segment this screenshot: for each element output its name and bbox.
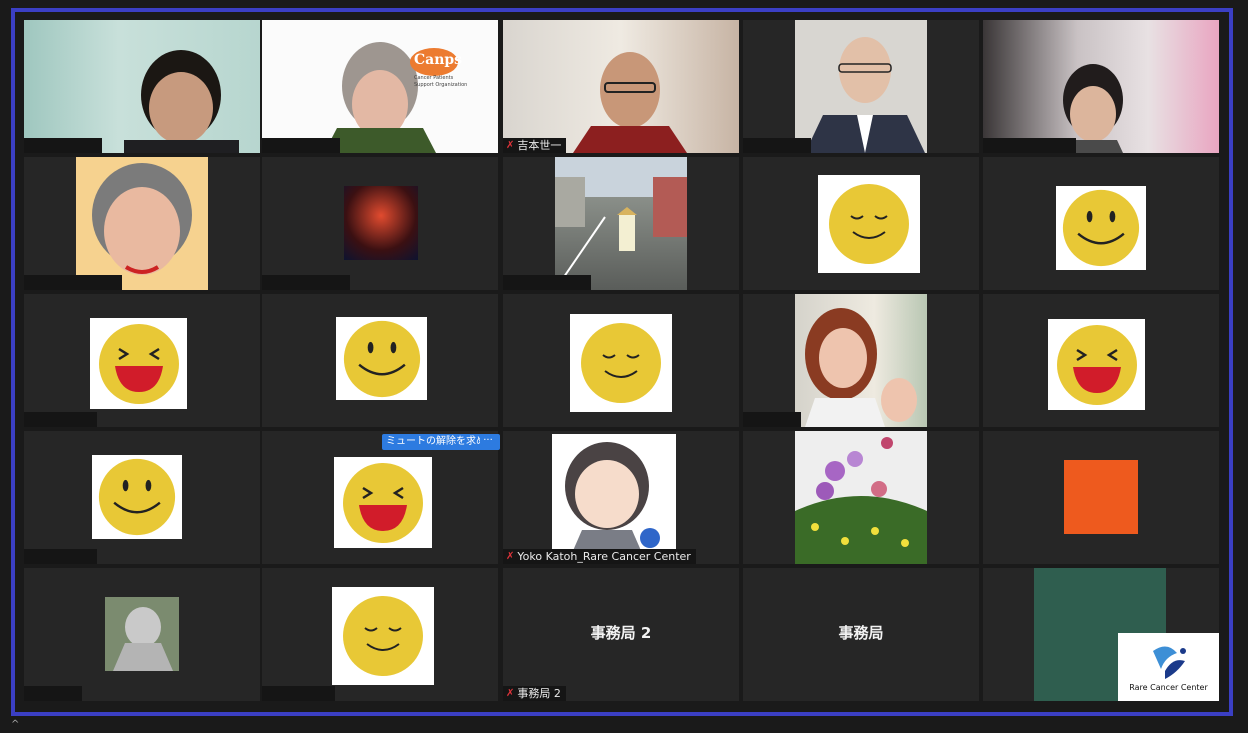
participant-name-bar: ✗ 吉本世一 [503,138,567,153]
participant-name-bar [983,138,1076,153]
participant-tile[interactable] [743,157,979,290]
participant-name-bar: ✗ 事務局 2 [503,686,566,701]
smiley-icon [98,458,176,536]
participant-name-bar [24,549,97,564]
participant-video [795,20,927,153]
participant-video [24,20,260,153]
canps-tagline: Support Organization [414,82,468,88]
participant-name-bar [24,412,97,427]
participant-name-bar [743,412,801,427]
participant-tile[interactable] [24,20,260,153]
smiley-avatar [336,317,427,400]
laughing-smiley-avatar [334,457,432,548]
participant-photo [795,431,927,564]
woman-illustration [565,442,660,553]
participant-video: Canps Cancer Patients Support Organizati… [262,20,498,153]
participant-name-bar [262,138,340,153]
participant-tile[interactable]: ✗ 吉本世一 [503,20,739,153]
muted-mic-icon: ✗ [506,688,515,699]
chevron-up-icon[interactable]: ^ [11,719,19,730]
participant-video [983,20,1219,153]
participant-tile[interactable] [743,294,979,427]
participant-photo [795,294,927,427]
muted-mic-icon: ✗ [506,551,515,562]
participant-tile[interactable] [743,431,979,564]
participant-tile[interactable] [24,294,260,427]
rare-cancer-center-logo: Rare Cancer Center [1118,633,1219,701]
statue-icon [113,607,173,671]
participant-tile[interactable]: 事務局 2 ✗ 事務局 2 [503,568,739,701]
smiley-closed-eyes-avatar [570,314,672,412]
flowers-icon [795,437,927,564]
smiley-closed-eyes-avatar [332,587,434,685]
smiley-icon [581,323,661,403]
participant-tile[interactable] [262,431,498,564]
person-silhouette [1063,64,1123,153]
participant-name-bar [24,275,122,290]
participant-tile[interactable] [743,20,979,153]
participant-tile[interactable] [262,568,498,701]
street-scene [555,177,687,290]
smiley-icon [1062,189,1140,267]
participant-name-bar: ✗ Yoko Katoh_Rare Cancer Center [503,549,696,564]
participant-name-bar [503,275,591,290]
participant-tile[interactable] [983,431,1219,564]
participant-center-name: 事務局 [838,624,884,642]
smiley-closed-eyes-avatar [818,175,920,273]
smiley-icon [343,596,423,676]
participant-photo [344,186,418,260]
smiley-avatar [1056,186,1146,270]
person-silhouette [573,52,687,153]
person-silhouette [124,50,239,153]
rcc-logo-icon [1152,645,1186,679]
laughing-smiley-icon [98,323,179,404]
participant-tile[interactable] [262,157,498,290]
illustration-avatar [552,434,676,553]
participant-name-bar [262,275,350,290]
participant-name-bar [24,138,102,153]
person-silhouette [805,37,925,153]
laughing-smiley-avatar [90,318,187,409]
participant-tile[interactable]: ✗ Yoko Katoh_Rare Cancer Center [503,431,739,564]
participant-tile[interactable] [983,20,1219,153]
laughing-smiley-icon [1056,324,1137,405]
orange-square-avatar [1064,460,1138,534]
rcc-logo-text: Rare Cancer Center [1129,682,1208,692]
participant-tile[interactable] [503,294,739,427]
person-silhouette [92,163,192,275]
smiley-avatar [92,455,182,539]
participant-name-bar [262,686,335,701]
participant-tile[interactable] [983,157,1219,290]
participant-tile[interactable] [24,431,260,564]
laughing-smiley-avatar [1048,319,1145,410]
participant-tile[interactable] [503,157,739,290]
canps-tagline: Cancer Patients [414,75,454,81]
participant-photo [105,597,179,671]
laughing-smiley-icon [343,462,423,543]
smiley-icon [343,320,420,397]
participant-video [503,20,739,153]
participant-tile[interactable] [983,294,1219,427]
participant-name-bar [24,686,82,701]
participant-tile[interactable] [262,294,498,427]
canps-logo-text: Canps [414,52,463,68]
more-options-button[interactable]: ··· [480,434,496,450]
participant-tile[interactable]: Rare Cancer Center [983,568,1219,701]
muted-mic-icon: ✗ [506,140,515,151]
participant-name-bar [743,138,811,153]
participant-tile[interactable] [24,568,260,701]
participant-tile-active-speaker[interactable]: Canps Cancer Patients Support Organizati… [262,20,498,153]
participant-tile[interactable]: 事務局 [743,568,979,701]
participant-photo [76,157,208,290]
person-silhouette [805,308,917,427]
smiley-icon [829,184,909,264]
participant-center-name: 事務局 2 [590,624,652,642]
participant-photo [555,157,687,290]
participant-tile[interactable] [24,157,260,290]
